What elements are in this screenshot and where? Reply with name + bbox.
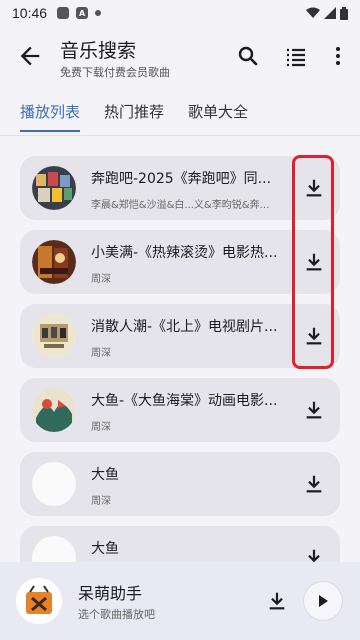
app-bar: 音乐搜索 免费下载付费会员歌曲 (0, 28, 360, 88)
player-subtitle: 选个歌曲播放吧 (78, 608, 155, 621)
tab-bar: 播放列表 热门推荐 歌单大全 (0, 98, 360, 134)
album-cover (32, 462, 76, 506)
tab-playlist[interactable]: 播放列表 (20, 98, 81, 132)
search-button[interactable] (234, 42, 262, 70)
song-artist: 周深 (91, 422, 111, 433)
dot-icon (95, 10, 102, 16)
download-button[interactable] (302, 472, 326, 496)
song-artist: 周深 (91, 348, 111, 359)
back-button[interactable] (16, 42, 44, 70)
song-title: 大鱼 (91, 467, 119, 483)
download-button[interactable] (302, 398, 326, 422)
tab-song-lists[interactable]: 歌单大全 (188, 98, 248, 128)
song-artist: 周深 (91, 274, 111, 285)
song-title: 小美满-《热辣滚烫》电影热... (91, 245, 278, 261)
tab-hot-recommend[interactable]: 热门推荐 (104, 98, 164, 128)
song-item[interactable]: 大鱼 周深 (20, 452, 340, 516)
battery-icon (340, 6, 348, 20)
mini-player[interactable]: 呆萌助手 选个歌曲播放吧 (0, 562, 360, 640)
download-icon (306, 475, 322, 493)
song-artist: 周深 (91, 496, 111, 507)
play-button[interactable] (304, 582, 342, 620)
download-icon (269, 592, 285, 610)
song-artist: 李晨&郑恺&沙溢&白...义&李昀锐&奔跑吧 (91, 200, 276, 211)
notification-icon (57, 7, 70, 19)
song-title: 消散人潮-《北上》电视剧片... (91, 319, 278, 335)
playlist-icon (287, 48, 305, 67)
status-bar: 10:46 A (0, 0, 360, 26)
more-button[interactable] (324, 42, 352, 70)
song-item[interactable]: 大鱼-《大鱼海棠》动画电影... 周深 (20, 378, 340, 442)
album-cover (32, 314, 76, 358)
tab-divider (0, 135, 360, 136)
page-title: 音乐搜索 (60, 40, 137, 62)
player-download-button[interactable] (264, 588, 290, 614)
search-icon (238, 46, 258, 66)
playlist-button[interactable] (282, 42, 310, 70)
page-subtitle: 免费下载付费会员歌曲 (60, 66, 170, 79)
album-cover (32, 166, 76, 210)
song-title: 大鱼-《大鱼海棠》动画电影... (91, 393, 278, 409)
player-title: 呆萌助手 (78, 584, 143, 603)
signal-icon (324, 7, 336, 19)
more-vert-icon (336, 47, 340, 65)
album-cover (32, 240, 76, 284)
a-notification-icon: A (76, 7, 89, 19)
song-title: 奔跑吧-2025《奔跑吧》同... (91, 171, 272, 187)
album-cover (32, 388, 76, 432)
download-icon (306, 401, 322, 419)
player-app-icon (16, 578, 62, 624)
play-icon (319, 595, 328, 607)
back-arrow-icon (20, 46, 40, 66)
wifi-icon (306, 7, 320, 18)
song-title: 大鱼 (91, 541, 119, 557)
status-time: 10:46 (12, 5, 48, 21)
highlight-box (292, 155, 334, 369)
